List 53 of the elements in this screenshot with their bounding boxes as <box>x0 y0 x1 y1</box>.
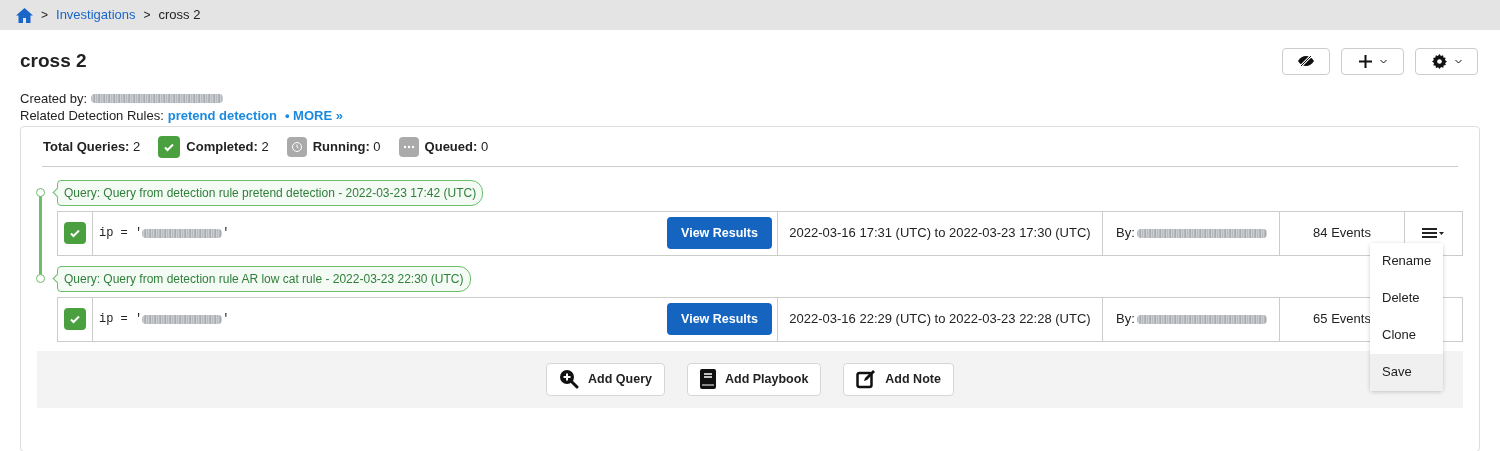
rule-link[interactable]: pretend detection <box>167 106 277 124</box>
by-label: By: <box>1116 224 1135 243</box>
stat-text: Total Queries: 2 <box>43 138 141 157</box>
time-range-cell: 2022-03-16 22:29 (UTC) to 2022-03-23 22:28 (UTC) <box>778 297 1103 341</box>
book-icon <box>700 369 716 389</box>
home-icon[interactable] <box>16 7 33 23</box>
timeline-node <box>36 188 45 197</box>
breadcrumb-separator: > <box>143 7 151 24</box>
settings-icon <box>1431 53 1447 69</box>
menu-item[interactable]: Delete <box>1370 279 1443 317</box>
eye-off-icon <box>1298 55 1314 68</box>
by-label: By: <box>1116 310 1135 329</box>
query-text: ip = ' <box>99 225 143 242</box>
query-label: Query: Query from detection rule AR low cat rule - 2022-03-23 22:30 (UTC) <box>57 265 471 292</box>
query-text: ' <box>222 311 230 328</box>
settings-button[interactable] <box>1415 47 1478 75</box>
stat-text: Running: 0 <box>312 138 381 157</box>
zoom-in-icon <box>559 369 580 389</box>
visibility-button[interactable] <box>1282 47 1330 75</box>
add-menu-button[interactable] <box>1341 47 1404 75</box>
menu-item[interactable]: Rename <box>1370 242 1443 280</box>
plus-icon <box>1358 54 1372 68</box>
completed-icon <box>158 136 181 158</box>
menu-button[interactable] <box>1422 228 1445 238</box>
menu-item[interactable]: Clone <box>1370 316 1443 354</box>
caret-icon <box>1379 58 1387 64</box>
related-rules-label: Related Detection Rules: <box>20 106 164 124</box>
edit-icon <box>856 369 877 389</box>
query-text: ' <box>222 225 230 242</box>
view-results-button[interactable]: View Results <box>667 217 772 249</box>
stat-text: Queued: 0 <box>424 138 489 157</box>
breadcrumb-current: cross 2 <box>158 6 201 25</box>
add-button[interactable]: Add Query <box>546 362 665 396</box>
breadcrumb-link[interactable]: Investigations <box>56 5 136 25</box>
completed-icon <box>64 222 86 244</box>
query-label: Query: Query from detection rule pretend detection - 2022-03-23 17:42 (UTC) <box>57 179 484 206</box>
time-range-cell: 2022-03-16 17:31 (UTC) to 2022-03-23 17:30 (UTC) <box>778 211 1103 255</box>
clock-icon <box>286 137 307 157</box>
created-by-label: Created by: <box>20 89 88 107</box>
add-button[interactable]: Add Note <box>843 362 954 396</box>
add-button[interactable]: Add Playbook <box>687 362 822 396</box>
ellipsis-icon <box>398 137 419 157</box>
page-title: cross 2 <box>20 49 87 73</box>
stat-text: Completed: 2 <box>186 138 269 157</box>
timeline-node <box>36 274 45 283</box>
menu-icon <box>1422 228 1445 238</box>
caret-icon <box>1454 58 1462 64</box>
more-link[interactable]: • MORE » <box>284 106 343 124</box>
view-results-button[interactable]: View Results <box>667 303 772 335</box>
breadcrumb-separator: > <box>41 7 48 24</box>
completed-icon <box>64 308 86 330</box>
menu-item[interactable]: Save <box>1370 353 1443 391</box>
query-text: ip = ' <box>99 311 143 328</box>
